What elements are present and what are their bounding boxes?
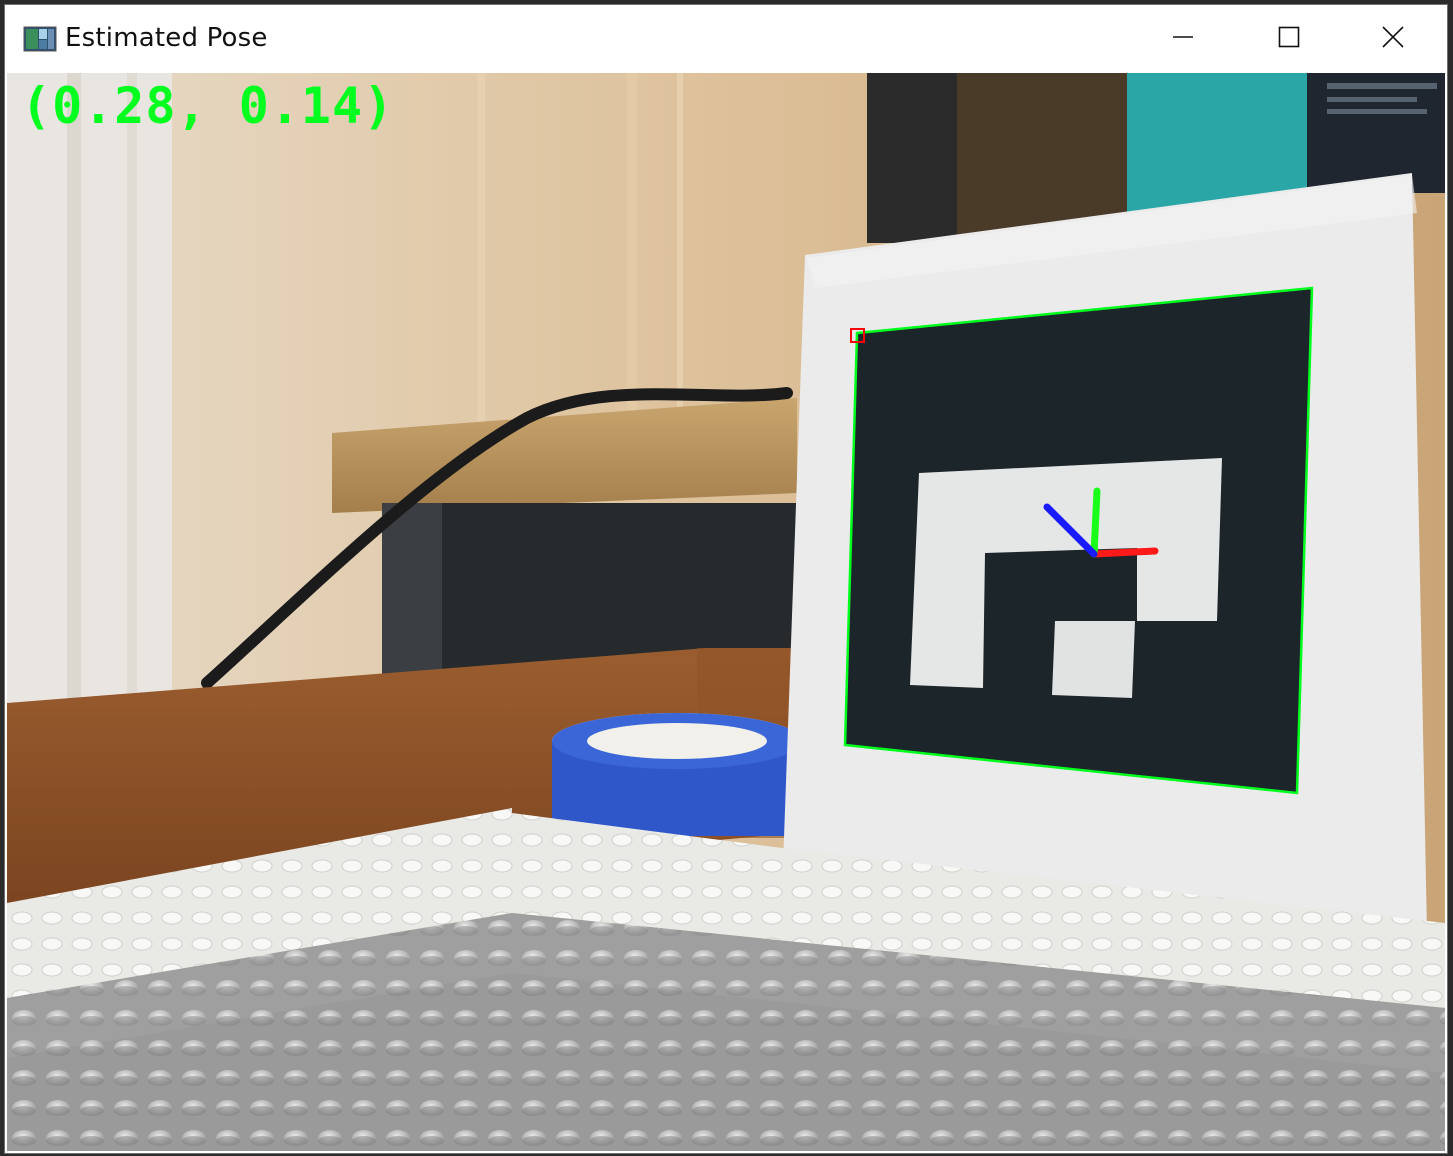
app-icon (23, 26, 57, 52)
camera-feed: (0.28, 0.14) (7, 73, 1445, 1151)
close-button[interactable] (1341, 5, 1445, 69)
title-bar[interactable]: Estimated Pose (5, 5, 1447, 72)
close-icon (1382, 26, 1404, 48)
pose-coordinates-text: (0.28, 0.14) (21, 77, 395, 135)
estimated-pose-window: Estimated Pose (0.28, 0.14) (4, 4, 1448, 1154)
maximize-button[interactable] (1237, 5, 1341, 69)
minimize-icon (1173, 36, 1193, 38)
maximize-icon (1278, 26, 1300, 48)
window-title: Estimated Pose (65, 23, 268, 53)
minimize-button[interactable] (1131, 5, 1235, 69)
camera-frame-image (7, 73, 1445, 1151)
